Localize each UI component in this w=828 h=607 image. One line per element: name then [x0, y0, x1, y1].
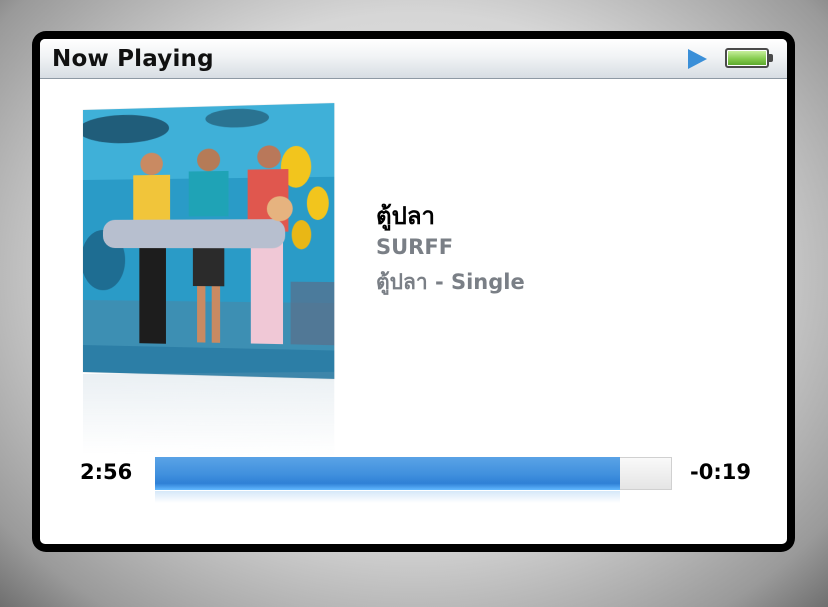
progress-bar-reflection	[155, 491, 672, 503]
battery-tip	[769, 54, 773, 62]
progress-bar[interactable]	[155, 457, 672, 490]
page-title: Now Playing	[52, 46, 214, 72]
title-bar: Now Playing	[40, 39, 787, 79]
now-playing-screen: Now Playing ตู้ปลา SURFF ตู้ปลา - Single…	[40, 39, 787, 544]
progress-reflection-fill	[155, 491, 621, 503]
elapsed-time: 2:56	[80, 460, 133, 484]
track-artist: SURFF	[376, 235, 454, 259]
battery-level	[728, 51, 766, 65]
album-art-reflection	[83, 371, 335, 457]
play-icon	[688, 49, 707, 69]
device-frame: Now Playing ตู้ปลา SURFF ตู้ปลา - Single…	[32, 31, 795, 552]
album-art-image	[83, 103, 335, 379]
track-album: ตู้ปลา - Single	[376, 270, 525, 294]
progress-bar-fill	[155, 457, 621, 490]
battery-icon	[725, 48, 769, 68]
track-title: ตู้ปลา	[376, 202, 436, 230]
album-art	[83, 103, 335, 379]
remaining-time: -0:19	[690, 460, 751, 484]
